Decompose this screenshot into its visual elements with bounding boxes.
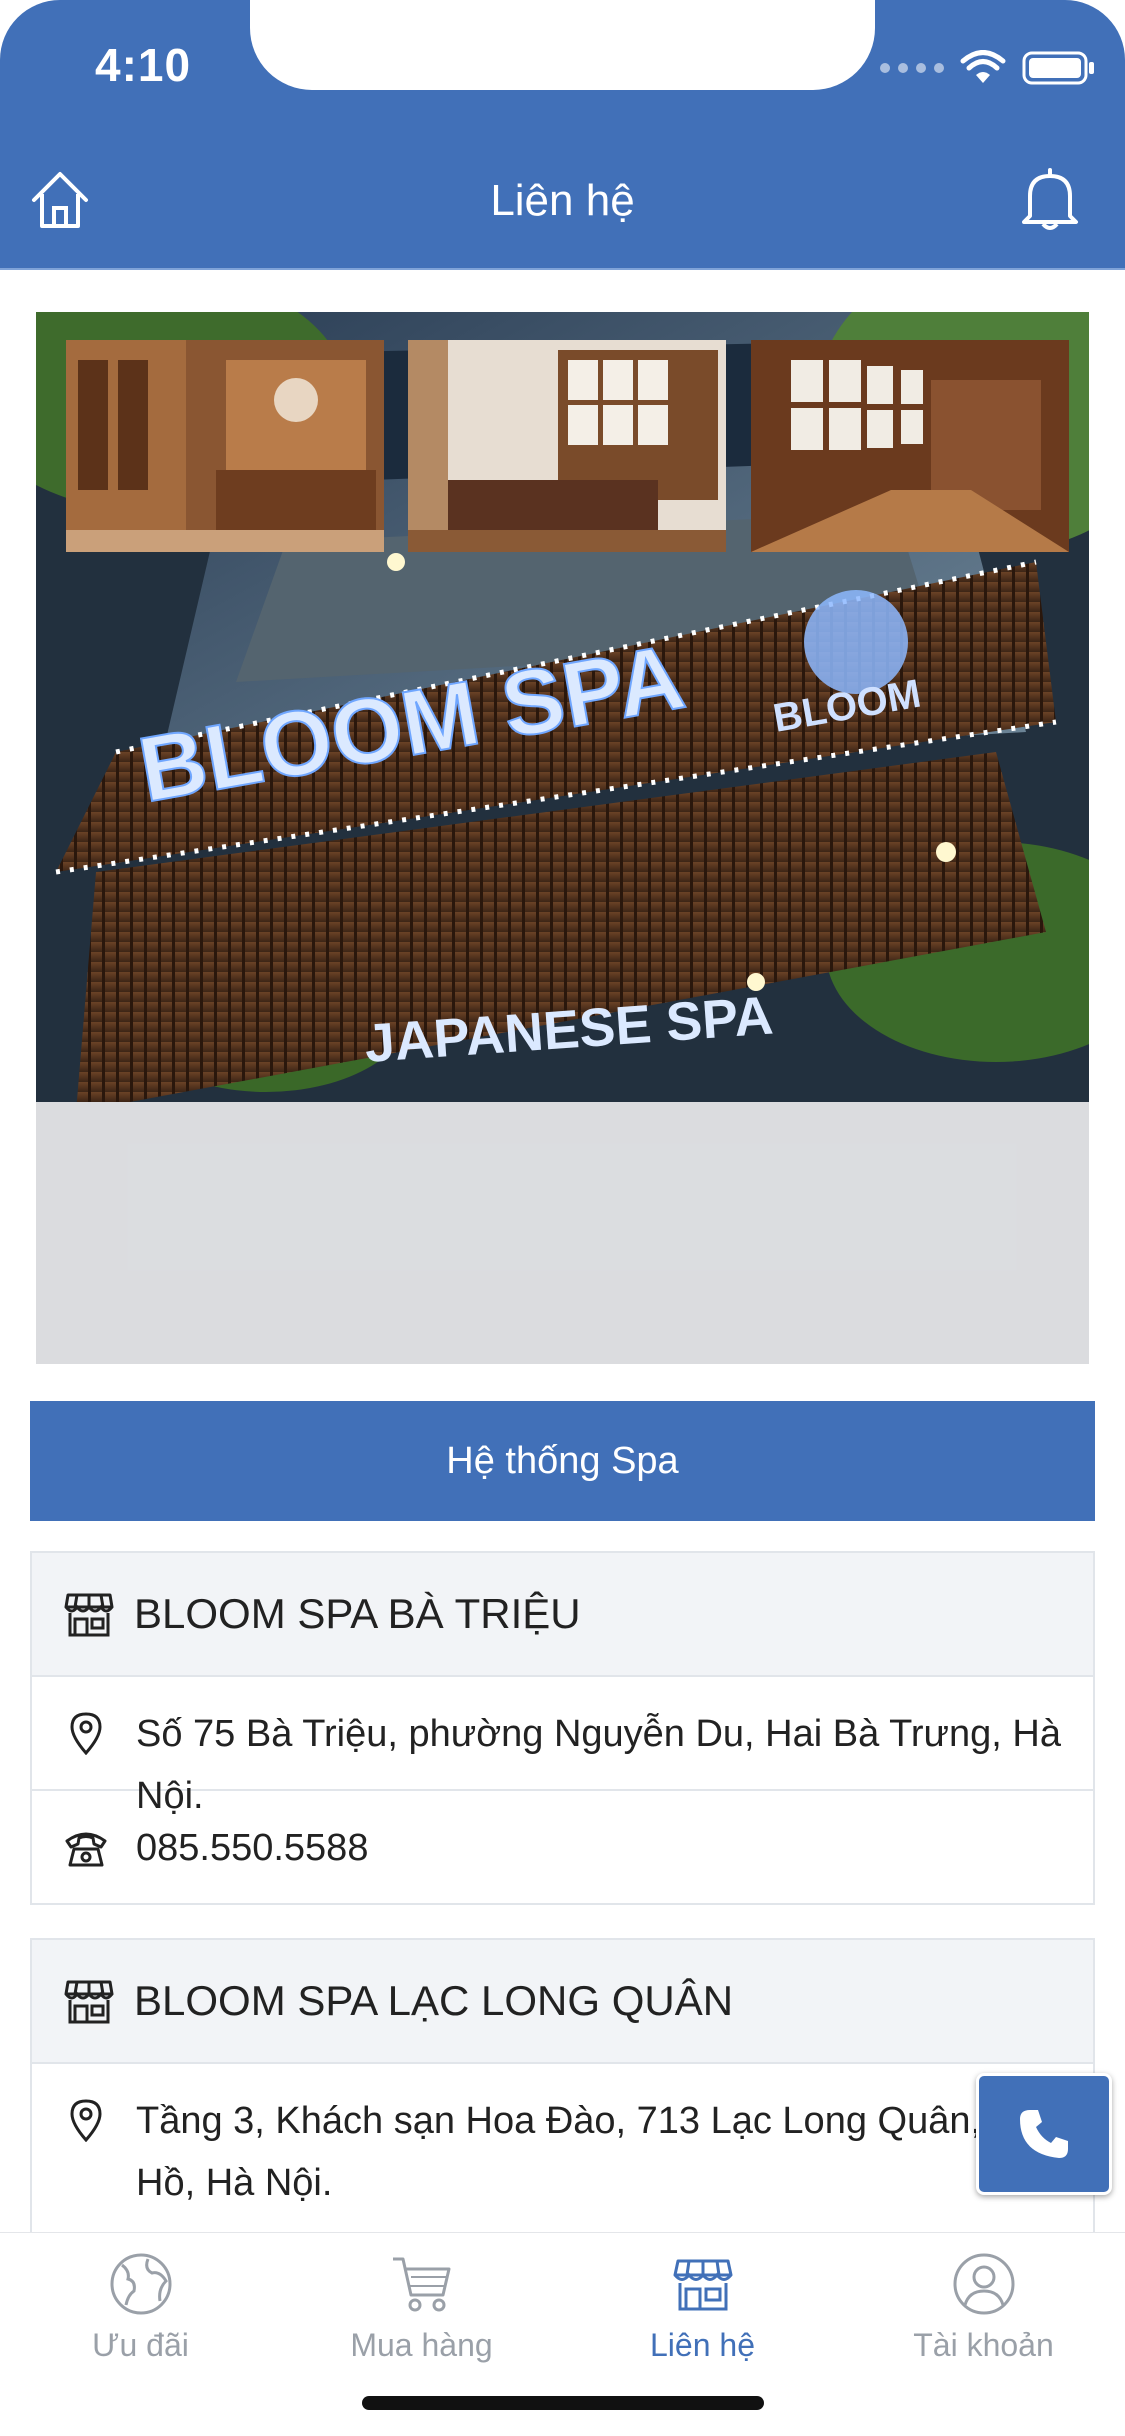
status-indicators	[880, 46, 1096, 90]
treatment-room-photo	[408, 340, 726, 552]
tab-uu-dai[interactable]: Ưu đãi	[0, 2251, 281, 2364]
location-pin-icon	[70, 2099, 102, 2142]
call-button[interactable]	[976, 2073, 1112, 2195]
location-pin-icon	[70, 1712, 102, 1755]
tab-label: Ưu đãi	[92, 2327, 189, 2363]
store-address-row[interactable]: Tầng 3, Khách sạn Hoa Đào, 713 Lạc Long …	[32, 2064, 1093, 2236]
store-phone: 085.550.5588	[136, 1827, 369, 1869]
globe-icon	[110, 2253, 171, 2315]
cart-icon	[392, 2257, 450, 2312]
status-time: 4:10	[95, 39, 192, 91]
store-icon	[64, 1593, 114, 1637]
store-icon	[64, 1980, 114, 2024]
reception-photo	[66, 340, 384, 552]
tab-tai-khoan[interactable]: Tài khoản	[843, 2251, 1124, 2364]
tab-lien-he[interactable]: Liên hệ	[562, 2251, 843, 2364]
page-title: Liên hệ	[490, 176, 635, 225]
store-name: BLOOM SPA LẠC LONG QUÂN	[134, 1977, 734, 2024]
store-card-header[interactable]: BLOOM SPA BÀ TRIỆU	[32, 1553, 1093, 1677]
notification-button[interactable]	[1018, 166, 1082, 232]
spa-system-header: Hệ thống Spa	[30, 1401, 1095, 1521]
header-divider	[0, 268, 1125, 270]
battery-icon	[1022, 51, 1094, 85]
phone-icon	[1020, 2110, 1068, 2158]
telephone-icon	[65, 1832, 107, 1867]
device-notch	[250, 0, 875, 90]
store-card: BLOOM SPA LẠC LONG QUÂN Tầng 3, Khách sạ…	[30, 1938, 1095, 2238]
bell-icon	[1022, 168, 1078, 230]
tab-label: Mua hàng	[350, 2327, 493, 2363]
cellular-signal-icon	[880, 63, 944, 73]
store-address: Tầng 3, Khách sạn Hoa Đào, 713 Lạc Long …	[136, 2100, 1055, 2204]
thumbnail-reception[interactable]	[66, 340, 384, 552]
store-address-row[interactable]: Số 75 Bà Triệu, phường Nguyễn Du, Hai Bà…	[32, 1677, 1093, 1817]
tab-label: Tài khoản	[913, 2327, 1054, 2363]
thumbnail-strip	[36, 1102, 1089, 1364]
corridor-photo	[751, 340, 1069, 552]
store-card: BLOOM SPA BÀ TRIỆU Số 75 Bà Triệu, phườn…	[30, 1551, 1095, 1905]
store-card-header[interactable]: BLOOM SPA LẠC LONG QUÂN	[32, 1940, 1093, 2064]
tab-label: Liên hệ	[650, 2327, 755, 2363]
tab-mua-hang[interactable]: Mua hàng	[281, 2251, 562, 2364]
wifi-icon	[960, 50, 1006, 83]
user-icon	[953, 2253, 1014, 2315]
store-address: Số 75 Bà Triệu, phường Nguyễn Du, Hai Bà…	[136, 1713, 1061, 1817]
store-name: BLOOM SPA BÀ TRIỆU	[134, 1590, 581, 1637]
thumbnail-treatment-room[interactable]	[408, 340, 726, 552]
thumbnail-corridor[interactable]	[751, 340, 1069, 552]
store-icon	[673, 2259, 732, 2311]
app-header: 4:10 Liên hệ	[0, 0, 1125, 270]
home-indicator	[362, 2396, 764, 2410]
